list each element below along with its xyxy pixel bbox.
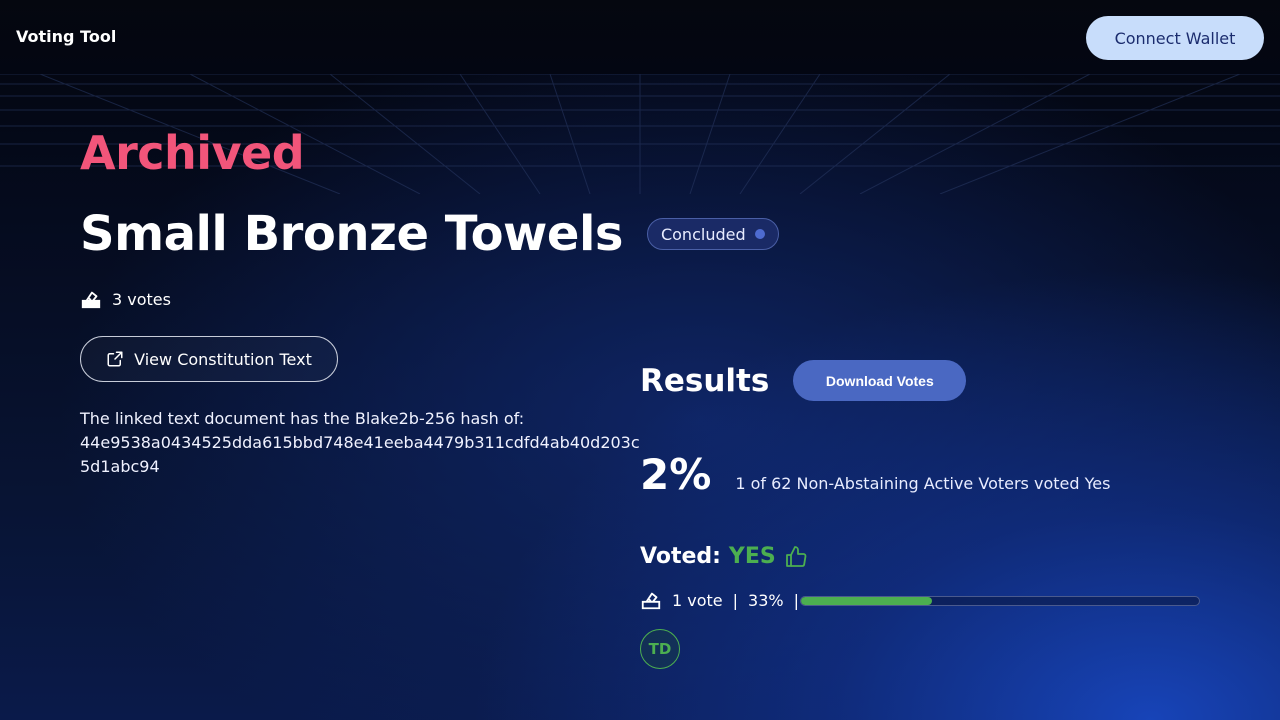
external-link-icon bbox=[107, 351, 123, 367]
download-votes-button[interactable]: Download Votes bbox=[793, 360, 967, 401]
divider: | bbox=[793, 590, 799, 610]
thumbs-up-icon bbox=[784, 545, 808, 569]
top-bar: Voting Tool Connect Wallet bbox=[0, 0, 1280, 74]
hash-description: The linked text document has the Blake2b… bbox=[80, 407, 645, 479]
voter-avatar[interactable]: TD bbox=[640, 629, 680, 669]
hash-value: 44e9538a0434525dda615bbd748e41eeba4479b3… bbox=[80, 433, 640, 476]
app-logo[interactable]: Voting Tool bbox=[16, 27, 116, 46]
tally-votes: 1 vote bbox=[672, 590, 723, 610]
proposal-title-row: Small Bronze Towels Concluded bbox=[80, 206, 779, 262]
status-badge: Concluded bbox=[646, 218, 779, 250]
archived-heading: Archived bbox=[80, 126, 305, 180]
results-title: Results bbox=[640, 362, 770, 399]
view-constitution-button[interactable]: View Constitution Text bbox=[80, 336, 338, 382]
voted-row: Voted: YES bbox=[640, 544, 808, 569]
status-label: Concluded bbox=[660, 224, 746, 244]
vote-count-label: 3 votes bbox=[112, 289, 171, 309]
results-header: Results Download Votes bbox=[640, 360, 967, 401]
connect-wallet-button[interactable]: Connect Wallet bbox=[1086, 16, 1264, 60]
results-summary: 2% 1 of 62 Non-Abstaining Active Voters … bbox=[640, 450, 1110, 499]
tally-percent: 33% bbox=[748, 590, 784, 610]
divider: | bbox=[732, 590, 739, 610]
vote-count-row: 3 votes bbox=[80, 288, 171, 310]
status-dot-icon bbox=[754, 229, 765, 239]
results-summary-text: 1 of 62 Non-Abstaining Active Voters vot… bbox=[735, 474, 1111, 493]
yes-progress-bar bbox=[800, 596, 1200, 606]
view-constitution-label: View Constitution Text bbox=[134, 349, 312, 369]
voted-label: Voted: bbox=[640, 544, 721, 569]
voted-value: YES bbox=[728, 544, 776, 569]
hash-intro: The linked text document has the Blake2b… bbox=[80, 409, 525, 428]
proposal-title: Small Bronze Towels bbox=[80, 206, 623, 262]
tally-row: 1 vote | 33% | bbox=[640, 589, 809, 611]
yes-percentage: 2% bbox=[640, 450, 712, 499]
ballot-box-icon bbox=[640, 589, 662, 611]
progress-fill bbox=[801, 597, 933, 605]
ballot-box-icon bbox=[80, 288, 102, 310]
